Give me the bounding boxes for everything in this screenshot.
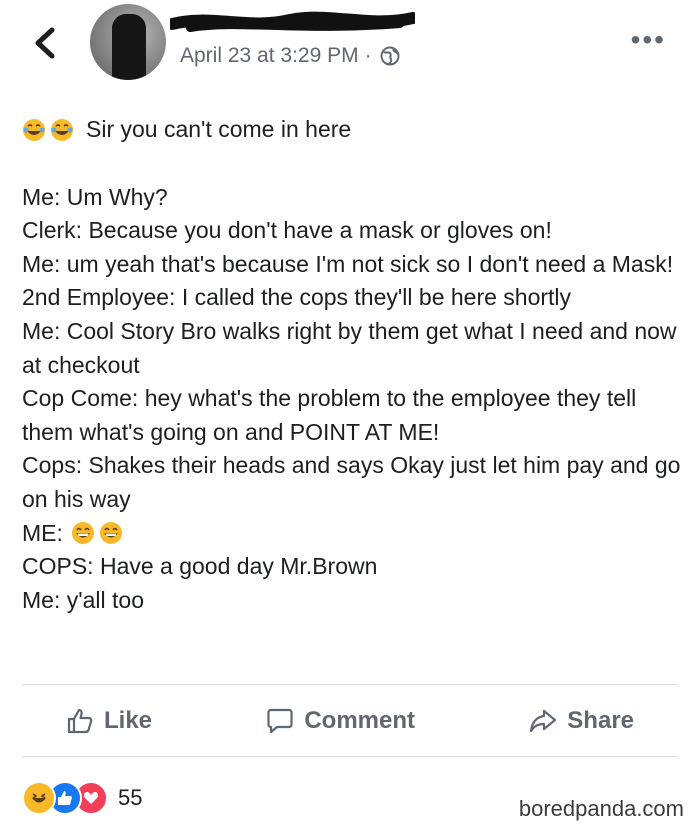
share-label: Share: [567, 707, 634, 734]
post-text-line: Me: Um Why?: [22, 183, 168, 210]
comment-label: Comment: [304, 707, 415, 734]
post-text-line: COPS: Have a good day Mr.Brown: [22, 553, 378, 580]
post-text-line: ME:: [22, 519, 63, 546]
reaction-count: 55: [118, 785, 143, 810]
post-text-line: Sir you can't come in here: [86, 116, 352, 142]
haha-reaction-icon: [22, 781, 56, 815]
divider: [22, 684, 678, 685]
share-button[interactable]: Share: [485, 707, 678, 735]
thumbs-up-icon: [67, 708, 93, 734]
divider: [22, 756, 678, 757]
post-line: ME:: [22, 517, 682, 551]
meta-separator: ·: [364, 44, 372, 67]
comment-button[interactable]: Comment: [222, 707, 459, 735]
comment-bubble-icon: [267, 708, 293, 734]
more-options-button[interactable]: •••: [631, 26, 666, 54]
globe-icon: [380, 46, 400, 66]
share-arrow-icon: [530, 709, 557, 733]
grinning-emoji-icon: [71, 521, 127, 545]
chevron-left-icon[interactable]: [30, 26, 60, 60]
reactions-summary[interactable]: 55: [22, 781, 142, 815]
post-text-line: Clerk: Because you don't have a mask or …: [22, 217, 552, 244]
post-header: April 23 at 3:29 PM · •••: [0, 0, 700, 100]
post-text-line: Me: Cool Story Bro walks right by them g…: [22, 317, 677, 378]
post-line: Sir you can't come in here: [22, 113, 682, 147]
post-text-line: 2nd Employee: I called the cops they'll …: [22, 284, 572, 311]
avatar[interactable]: [90, 4, 166, 80]
like-label: Like: [104, 707, 153, 734]
post-text-line: Cop Come: hey what's the problem to the …: [22, 385, 637, 445]
post-timestamp[interactable]: April 23 at 3:29 PM: [180, 44, 359, 68]
watermark: boredpanda.com: [518, 796, 684, 821]
tears-of-joy-emoji-icon: [22, 118, 78, 142]
post-text-line: Cops: Shakes their heads and says Okay j…: [22, 452, 681, 512]
post-text-line: Me: y'all too: [22, 586, 144, 613]
post-meta: April 23 at 3:29 PM ·: [180, 44, 400, 68]
post-text-line: Me: um yeah that's because I'm not sick …: [22, 250, 674, 277]
post-actions-bar: Like Comment Share: [22, 688, 678, 754]
like-button[interactable]: Like: [22, 707, 196, 735]
redacted-name-scribble: [170, 11, 415, 32]
post-body: Sir you can't come in here Me: Um Why? C…: [22, 113, 682, 617]
